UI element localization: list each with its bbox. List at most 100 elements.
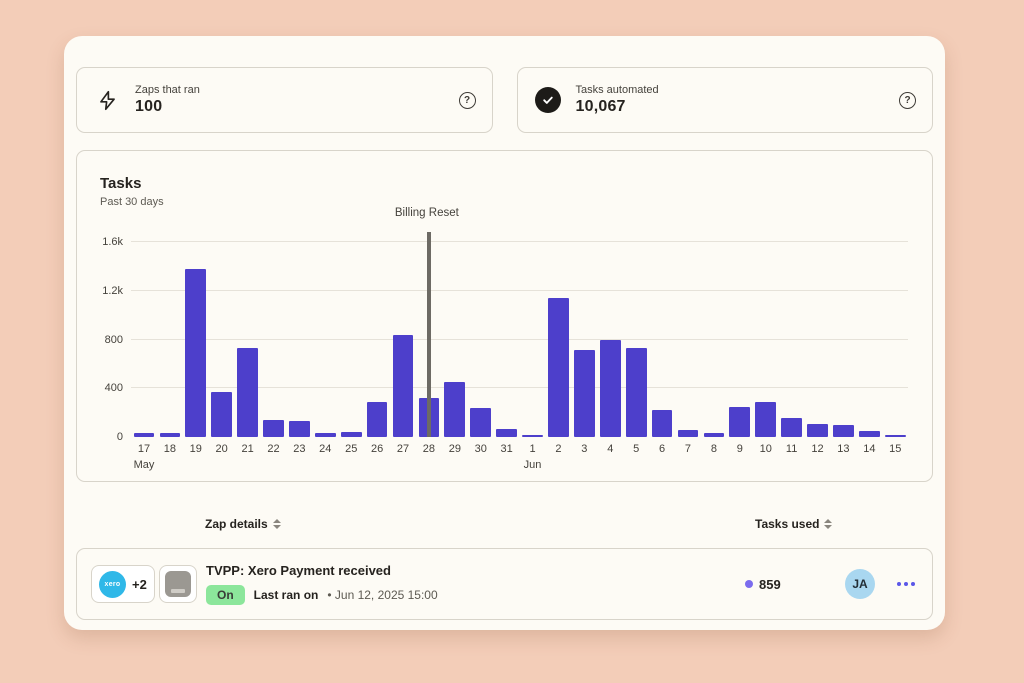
bar-21[interactable] xyxy=(235,242,261,437)
x-tick-label: 3 xyxy=(571,443,597,455)
x-tick-label: 22 xyxy=(261,443,287,455)
gray-app-icon xyxy=(165,571,191,597)
billing-reset-label: Billing Reset xyxy=(395,207,459,219)
sort-icon xyxy=(273,519,281,529)
x-tick-label: 26 xyxy=(364,443,390,455)
x-tick-label: 21 xyxy=(235,443,261,455)
bar-5[interactable] xyxy=(623,242,649,437)
tasks-chart-card: Tasks Past 30 days Billing Reset 0400800… xyxy=(76,150,933,482)
bar-6[interactable] xyxy=(649,242,675,437)
bar-24[interactable] xyxy=(312,242,338,437)
more-apps-count: +2 xyxy=(132,577,147,592)
bar-30[interactable] xyxy=(468,242,494,437)
bars-row xyxy=(131,242,908,437)
bar-11[interactable] xyxy=(779,242,805,437)
bar-25[interactable] xyxy=(338,242,364,437)
tasks-dot-icon xyxy=(745,580,753,588)
x-tick-label: 13 xyxy=(830,443,856,455)
x-tick-label: 24 xyxy=(312,443,338,455)
y-tick-label: 400 xyxy=(85,382,123,394)
zap-details: TVPP: Xero Payment received On Last ran … xyxy=(206,563,438,605)
zap-app-icons: xero +2 xyxy=(91,565,197,603)
stat-value: 10,067 xyxy=(576,98,659,116)
x-tick-label: 12 xyxy=(805,443,831,455)
dashboard-panel: Zaps that ran 100 ? Tasks automated 10,0… xyxy=(64,36,945,630)
bar-27[interactable] xyxy=(390,242,416,437)
x-tick-label: 17May xyxy=(131,443,157,455)
last-ran-label: Last ran on xyxy=(254,588,319,602)
chart-plot: Billing Reset 04008001.2k1.6k xyxy=(131,242,908,437)
help-icon[interactable]: ? xyxy=(459,92,476,109)
chart-subtitle: Past 30 days xyxy=(100,196,164,208)
bar-10[interactable] xyxy=(753,242,779,437)
status-badge[interactable]: On xyxy=(206,585,245,605)
bar-20[interactable] xyxy=(209,242,235,437)
x-tick-label: 27 xyxy=(390,443,416,455)
x-tick-label: 6 xyxy=(649,443,675,455)
bar-12[interactable] xyxy=(805,242,831,437)
bar-7[interactable] xyxy=(675,242,701,437)
x-tick-label: 29 xyxy=(442,443,468,455)
bar-9[interactable] xyxy=(727,242,753,437)
x-tick-label: 8 xyxy=(701,443,727,455)
xero-app-icon: xero xyxy=(99,571,126,598)
stat-card-tasks-automated: Tasks automated 10,067 ? xyxy=(517,67,934,133)
help-icon[interactable]: ? xyxy=(899,92,916,109)
zap-title: TVPP: Xero Payment received xyxy=(206,563,438,578)
bar-18[interactable] xyxy=(157,242,183,437)
chart-title: Tasks xyxy=(100,175,141,192)
y-tick-label: 800 xyxy=(85,334,123,346)
x-tick-label: 23 xyxy=(286,443,312,455)
x-tick-label: 30 xyxy=(468,443,494,455)
bar-1[interactable] xyxy=(520,242,546,437)
x-tick-label: 25 xyxy=(338,443,364,455)
tasks-used-cell: 859 xyxy=(745,549,781,619)
x-tick-label: 2 xyxy=(546,443,572,455)
bar-15[interactable] xyxy=(882,242,908,437)
bar-8[interactable] xyxy=(701,242,727,437)
last-ran-value: • Jun 12, 2025 15:00 xyxy=(327,588,437,602)
zap-table-row[interactable]: xero +2 TVPP: Xero Payment received On L… xyxy=(76,548,933,620)
app-icon-box: xero +2 xyxy=(91,565,155,603)
x-tick-label: 5 xyxy=(623,443,649,455)
bar-17[interactable] xyxy=(131,242,157,437)
x-tick-label: 20 xyxy=(209,443,235,455)
bar-19[interactable] xyxy=(183,242,209,437)
tasks-used-value: 859 xyxy=(759,577,781,592)
column-header-zap-details[interactable]: Zap details xyxy=(205,517,281,531)
stat-label: Zaps that ran xyxy=(135,84,200,96)
x-tick-label: 1Jun xyxy=(520,443,546,455)
x-tick-label: 14 xyxy=(856,443,882,455)
x-tick-label: 4 xyxy=(597,443,623,455)
xaxis-row: 17May18192021222324252627282930311Jun234… xyxy=(131,443,908,455)
bar-13[interactable] xyxy=(830,242,856,437)
bar-23[interactable] xyxy=(286,242,312,437)
column-header-label: Tasks used xyxy=(755,517,819,531)
x-tick-label: 11 xyxy=(779,443,805,455)
bar-29[interactable] xyxy=(442,242,468,437)
owner-avatar[interactable]: JA xyxy=(845,569,875,599)
bar-26[interactable] xyxy=(364,242,390,437)
x-tick-label: 28 xyxy=(416,443,442,455)
x-month-label: Jun xyxy=(520,459,546,471)
x-tick-label: 19 xyxy=(183,443,209,455)
stat-cards: Zaps that ran 100 ? Tasks automated 10,0… xyxy=(76,67,933,133)
stat-card-zaps-ran: Zaps that ran 100 ? xyxy=(76,67,493,133)
bar-2[interactable] xyxy=(546,242,572,437)
x-tick-label: 18 xyxy=(157,443,183,455)
check-circle-icon xyxy=(534,86,562,114)
y-tick-label: 0 xyxy=(85,431,123,443)
x-month-label: May xyxy=(131,459,157,471)
zap-bolt-icon xyxy=(93,86,121,114)
y-tick-label: 1.2k xyxy=(85,285,123,297)
bar-14[interactable] xyxy=(856,242,882,437)
bar-4[interactable] xyxy=(597,242,623,437)
billing-reset-line: Billing Reset xyxy=(427,232,431,437)
stat-value: 100 xyxy=(135,98,200,116)
x-tick-label: 9 xyxy=(727,443,753,455)
overflow-menu-icon[interactable] xyxy=(891,576,921,592)
bar-22[interactable] xyxy=(261,242,287,437)
bar-31[interactable] xyxy=(494,242,520,437)
bar-3[interactable] xyxy=(571,242,597,437)
column-header-tasks-used[interactable]: Tasks used xyxy=(755,517,832,531)
